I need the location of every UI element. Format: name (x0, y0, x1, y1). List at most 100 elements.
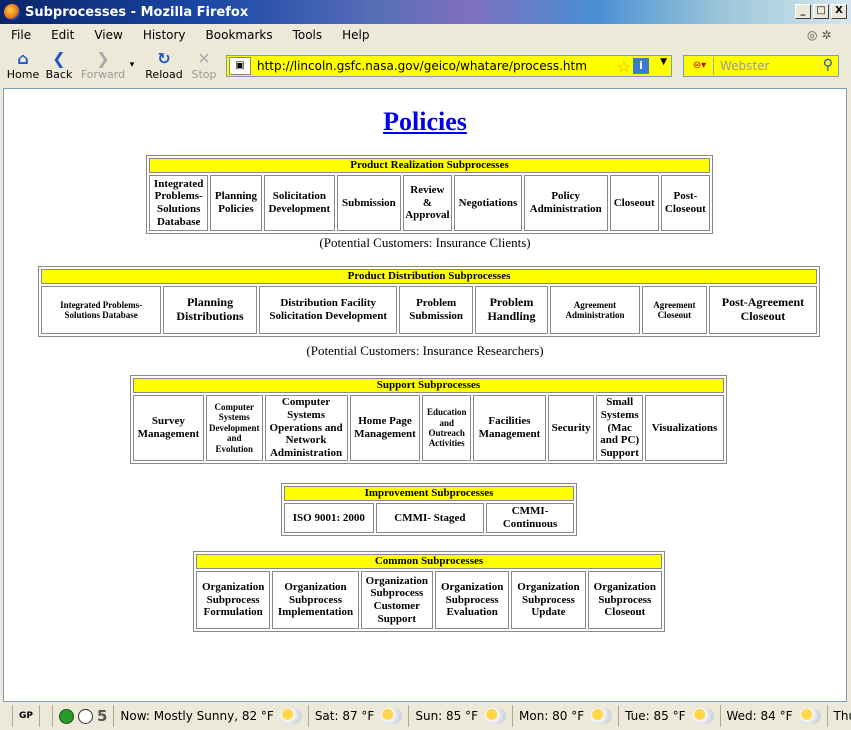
reload-button[interactable]: ↻ Reload (144, 50, 184, 82)
weather-day[interactable]: Tue: 85 °F (618, 705, 719, 727)
support-header: Support Subprocesses (133, 378, 724, 393)
distribution-cell: Agreement Closeout (641, 286, 707, 334)
window-title: Subprocesses - Mozilla Firefox (25, 4, 249, 20)
firefox-icon (4, 4, 20, 20)
weather-day[interactable]: Thu: 8 (826, 705, 851, 727)
sun-cloud-icon (484, 708, 507, 724)
realization-cell: Submission (337, 175, 401, 231)
realization-cell: Review & Approval (402, 175, 453, 231)
weather-day-text: Sun: 85 °F (415, 709, 479, 723)
status-indicators: 5 (51, 705, 113, 727)
address-bar[interactable]: ▣ http://lincoln.gsfc.nasa.gov/geico/wha… (226, 55, 672, 77)
support-cell: Visualizations (644, 395, 724, 461)
menu-view[interactable]: View (83, 28, 131, 42)
realization-cell: Planning Policies (210, 175, 262, 231)
support-cell: Education and Outreach Activities (422, 395, 471, 461)
count-badge: 5 (96, 707, 108, 725)
weather-day[interactable]: Sun: 85 °F (408, 705, 512, 727)
green-status-icon[interactable] (58, 708, 74, 724)
close-button[interactable]: X (831, 4, 847, 19)
distribution-cell: Problem Handling (474, 286, 549, 334)
improvement-table: Improvement Subprocesses ISO 9001: 2000 … (281, 483, 577, 536)
improvement-cell: CMMI- Continuous (486, 503, 574, 533)
realization-cell: Closeout (609, 175, 659, 231)
menu-tools[interactable]: Tools (282, 28, 332, 42)
weather-day-text: Wed: 84 °F (726, 709, 793, 723)
weather-day[interactable]: Mon: 80 °F (512, 705, 618, 727)
minimize-button[interactable]: _ (795, 4, 811, 19)
support-cell: Home Page Management (349, 395, 421, 461)
distribution-cell: Post-Agreement Closeout (708, 286, 817, 334)
forward-label: Forward (80, 68, 126, 81)
back-label: Back (45, 68, 73, 81)
realization-cell: Post-Closeout (660, 175, 710, 231)
page-content: Policies Product Realization Subprocesse… (3, 88, 847, 702)
weather-day[interactable]: Wed: 84 °F (719, 705, 827, 727)
search-icon[interactable]: ⚲ (823, 57, 833, 73)
site-icon: ▣ (229, 57, 251, 75)
throbber-icon: ✲ (821, 28, 832, 42)
stop-icon: ✕ (197, 49, 211, 68)
weather-day-text: Sat: 87 °F (314, 709, 375, 723)
bookmark-star-icon[interactable]: ☆ (617, 57, 631, 76)
common-cell: Organization Subprocess Closeout (587, 571, 662, 629)
page-title-link[interactable]: Policies (383, 107, 467, 136)
home-button[interactable]: ⌂ Home (3, 49, 43, 82)
sun-cloud-icon (590, 708, 613, 724)
distribution-cell: Planning Distributions (163, 286, 257, 334)
sun-cloud-icon (380, 708, 403, 724)
reload-label: Reload (145, 68, 183, 81)
stop-button[interactable]: ✕ Stop (184, 49, 224, 82)
realization-cell: Policy Administration (523, 175, 608, 231)
history-dropdown[interactable]: ▾ (126, 60, 138, 70)
stop-label: Stop (191, 68, 217, 81)
improvement-header: Improvement Subprocesses (284, 486, 574, 501)
search-engine-icon[interactable]: ⊜▾ (686, 57, 714, 75)
weather-day-text: Tue: 85 °F (625, 709, 686, 723)
realization-cell: Negotiations (454, 175, 522, 231)
common-cell: Organization Subprocess Evaluation (435, 571, 510, 629)
menu-bookmarks[interactable]: Bookmarks (195, 28, 282, 42)
info-icon[interactable]: i (633, 58, 649, 74)
improvement-cell: CMMI- Staged (375, 503, 485, 533)
support-cell: Survey Management (133, 395, 204, 461)
url-dropdown-icon[interactable]: ▼ (660, 57, 667, 67)
weather-day[interactable]: Sat: 87 °F (307, 705, 409, 727)
menu-edit[interactable]: Edit (40, 28, 83, 42)
weather-day-text: Thu: 8 (833, 709, 851, 723)
realization-note: (Potential Customers: Insurance Clients) (319, 235, 531, 250)
navigation-toolbar: ⌂ Home ❮ Back ❯ Forward ▾ ↻ Reload ✕ Sto… (0, 46, 851, 88)
distribution-cell: Integrated Problems-Solutions Database (41, 286, 162, 334)
distribution-table: Product Distribution Subprocesses Integr… (38, 266, 820, 337)
menu-file[interactable]: File (0, 28, 40, 42)
sun-cloud-icon (691, 708, 714, 724)
support-cell: Computer Systems Development and Evoluti… (205, 395, 263, 461)
common-cell: Organization Subprocess Formulation (196, 571, 271, 629)
search-bar[interactable]: ⊜▾ Webster ⚲ (683, 55, 839, 77)
realization-header: Product Realization Subprocesses (149, 158, 710, 173)
home-icon: ⌂ (17, 49, 29, 68)
realization-table: Product Realization Subprocesses Integra… (146, 155, 713, 234)
title-bar: Subprocesses - Mozilla Firefox _ □ X (0, 0, 851, 24)
sun-cloud-icon (798, 708, 821, 724)
home-label: Home (6, 68, 40, 81)
status-bar: GP 5 Now: Mostly Sunny, 82 °F Sat: 87 °F… (0, 702, 851, 730)
realization-cell: Integrated Problems-Solutions Database (149, 175, 209, 231)
forward-button[interactable]: ❯ Forward (80, 49, 126, 82)
clock-icon[interactable] (77, 708, 93, 724)
back-button[interactable]: ❮ Back (39, 49, 79, 82)
common-cell: Organization Subprocess Update (511, 571, 586, 629)
menu-history[interactable]: History (132, 28, 195, 42)
support-cell: Facilities Management (472, 395, 546, 461)
distribution-cell: Distribution Facility Solicitation Devel… (258, 286, 398, 334)
improvement-cell: ISO 9001: 2000 (284, 503, 374, 533)
realization-cell: Solicitation Development (263, 175, 336, 231)
weather-now[interactable]: Now: Mostly Sunny, 82 °F (113, 705, 307, 727)
gp-icon[interactable]: GP (12, 705, 39, 727)
back-arrow-icon: ❮ (52, 49, 66, 68)
maximize-button[interactable]: □ (813, 4, 829, 19)
profile-icon: ◎ (807, 28, 818, 42)
forward-arrow-icon: ❯ (96, 49, 110, 68)
sun-cloud-icon (279, 708, 302, 724)
menu-help[interactable]: Help (331, 28, 378, 42)
